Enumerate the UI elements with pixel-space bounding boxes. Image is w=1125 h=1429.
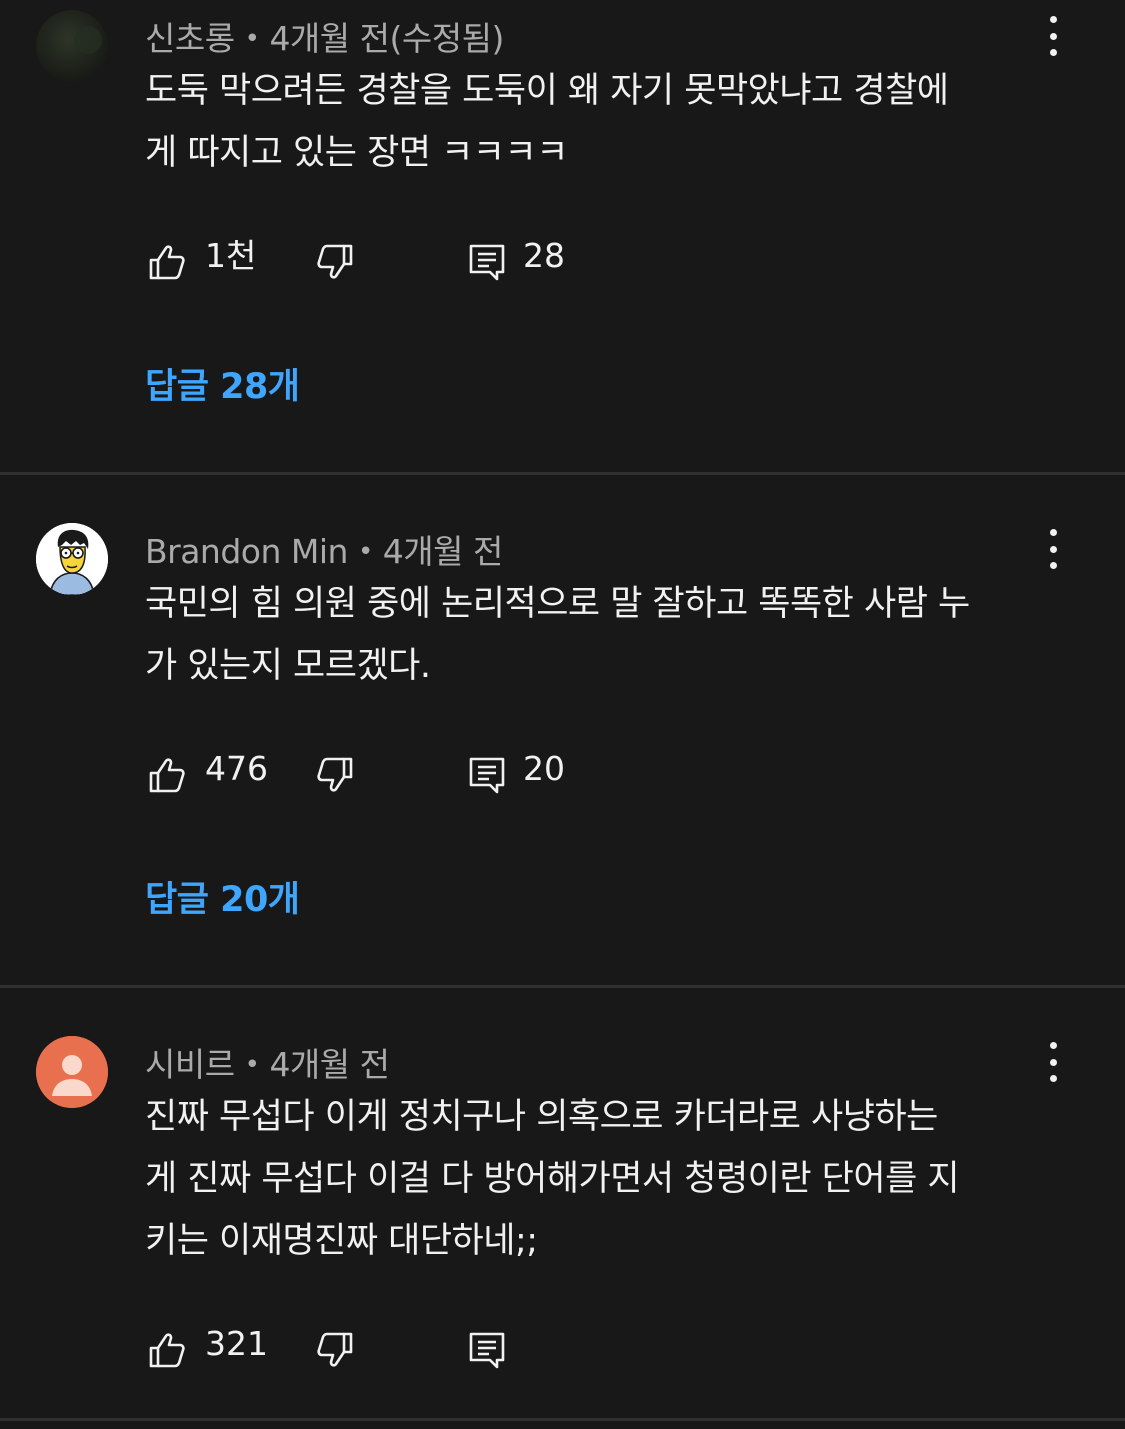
comment-text: 진짜 무섭다 이게 정치구나 의혹으로 카더라로 사냥하는 게 진짜 무섭다 이…	[145, 1086, 1085, 1272]
avatar[interactable]	[36, 523, 108, 595]
comment-meta: 신초롱 • 4개월 전(수정됨)	[145, 12, 504, 60]
avatar[interactable]	[36, 10, 108, 82]
divider	[0, 1418, 1125, 1421]
comment-text: 국민의 힘 의원 중에 논리적으로 말 잘하고 똑똑한 사람 누 가 있는지 모…	[145, 573, 1085, 697]
comment-text-line: 게 따지고 있는 장면 ㅋㅋㅋㅋ	[145, 133, 568, 173]
comment-time: 4개월 전	[269, 1045, 390, 1084]
separator-dot: •	[244, 24, 260, 54]
like-count: 1천	[205, 236, 257, 275]
thumb-down-icon[interactable]	[315, 242, 355, 282]
comment-icon[interactable]	[467, 755, 507, 795]
separator-dot: •	[244, 1050, 260, 1080]
comment-icon[interactable]	[467, 242, 507, 282]
comment-text-line: 게 진짜 무섭다 이걸 다 방어해가면서 청령이란 단어를 지	[145, 1159, 960, 1199]
comment-time: 4개월 전	[382, 532, 504, 571]
separator-dot: •	[357, 537, 373, 567]
comment-meta: Brandon Min • 4개월 전	[145, 525, 503, 573]
comment-item: 시비르 • 4개월 전 진짜 무섭다 이게 정치구나 의혹으로 카더라로 사냥하는 …	[0, 988, 1125, 1418]
more-vert-icon[interactable]	[1038, 1042, 1068, 1082]
comment-text-line: 진짜 무섭다 이게 정치구나 의혹으로 카더라로 사냥하는	[145, 1097, 938, 1137]
reply-count: 28	[523, 236, 565, 275]
comment-icon[interactable]	[467, 1330, 507, 1370]
view-replies-button[interactable]: 답글 20개	[145, 871, 300, 922]
thumb-up-icon[interactable]	[147, 755, 187, 795]
comment-item: Brandon Min • 4개월 전 국민의 힘 의원 중에 논리적으로 말 잘하…	[0, 475, 1125, 987]
comment-actions: 1천 28	[145, 236, 745, 286]
author-name[interactable]: Brandon Min	[145, 532, 348, 571]
more-vert-icon[interactable]	[1038, 16, 1068, 56]
comment-time: 4개월 전(수정됨)	[269, 19, 504, 58]
default-person-avatar-icon	[36, 1036, 108, 1108]
like-count: 476	[205, 749, 268, 788]
cartoon-avatar-icon	[36, 523, 108, 595]
thumb-down-icon[interactable]	[315, 1330, 355, 1370]
comment-text: 도둑 막으려든 경찰을 도둑이 왜 자기 못막았냐고 경찰에 게 따지고 있는 …	[145, 60, 1085, 184]
reply-count: 20	[523, 749, 565, 788]
comment-meta: 시비르 • 4개월 전	[145, 1038, 390, 1086]
thumb-down-icon[interactable]	[315, 755, 355, 795]
author-name[interactable]: 신초롱	[145, 19, 235, 58]
avatar[interactable]	[36, 1036, 108, 1108]
thumb-up-icon[interactable]	[147, 242, 187, 282]
comment-text-line: 국민의 힘 의원 중에 논리적으로 말 잘하고 똑똑한 사람 누	[145, 584, 970, 624]
view-replies-button[interactable]: 답글 28개	[145, 358, 300, 409]
author-name[interactable]: 시비르	[145, 1045, 235, 1084]
like-count: 321	[205, 1324, 268, 1363]
thumb-up-icon[interactable]	[147, 1330, 187, 1370]
comment-actions: 321	[145, 1324, 745, 1374]
comment-text-line: 도둑 막으려든 경찰을 도둑이 왜 자기 못막았냐고 경찰에	[145, 71, 949, 111]
comment-text-line: 가 있는지 모르겠다.	[145, 646, 431, 686]
comment-actions: 476 20	[145, 749, 745, 799]
comment-text-line: 키는 이재명진짜 대단하네;;	[145, 1221, 538, 1261]
more-vert-icon[interactable]	[1038, 529, 1068, 569]
comment-item: 신초롱 • 4개월 전(수정됨) 도둑 막으려든 경찰을 도둑이 왜 자기 못막았냐…	[0, 0, 1125, 473]
